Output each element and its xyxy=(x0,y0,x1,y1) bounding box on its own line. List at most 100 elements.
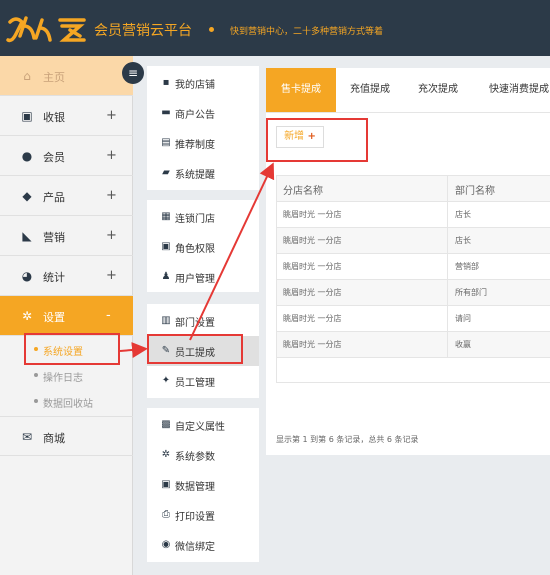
table-row[interactable]: 眺眉时光 一分店 店长 xyxy=(277,228,550,254)
sidebar-item-label: 主页 xyxy=(43,71,65,84)
menu-item-my-store[interactable]: ▪ 我的店铺 xyxy=(147,68,259,98)
sidebar-item-label: 收银 xyxy=(43,111,65,124)
menu-group-store: ▪ 我的店铺 ▬ 商户公告 ▤ 推荐制度 ▰ 系统提醒 xyxy=(147,66,259,190)
table-row[interactable]: 眺眉时光 一分店 收赢 xyxy=(277,332,550,358)
tab-count-recharge-commission[interactable]: 充次提成 xyxy=(404,68,472,112)
app-title: 会员营销云平台 xyxy=(94,23,192,39)
table-cell-department: 所有部门 xyxy=(455,288,487,297)
tab-quick-consume-commission[interactable]: 快速消费提成 xyxy=(474,68,550,112)
monitor-icon: ▣ xyxy=(21,109,33,123)
store-icon: ▦ xyxy=(161,211,171,222)
table-cell-branch: 眺眉时光 一分店 xyxy=(283,210,342,219)
bullet-icon xyxy=(34,373,38,377)
menu-item-system-params[interactable]: ✲ 系统参数 xyxy=(147,440,259,470)
table-cell-department: 店长 xyxy=(455,210,471,219)
sidebar-item-members[interactable]: ● 会员 + xyxy=(0,136,133,176)
sidebar-subitem-label: 数据回收站 xyxy=(43,399,93,410)
table-header-row: 分店名称 部门名称 xyxy=(277,176,550,202)
comment-icon: ▰ xyxy=(162,167,170,178)
expand-plus-icon: + xyxy=(106,228,117,243)
stack-icon: ▩ xyxy=(161,419,171,430)
tab-card-commission[interactable]: 售卡提成 xyxy=(266,68,336,112)
sidebar-item-label: 会员 xyxy=(43,151,65,164)
app-logo[interactable] xyxy=(6,12,90,46)
home-icon: ⌂ xyxy=(23,69,31,83)
menu-item-reminder[interactable]: ▰ 系统提醒 xyxy=(147,158,259,188)
menu-item-print-settings[interactable]: ⎙ 打印设置 xyxy=(147,500,259,530)
expand-plus-icon: + xyxy=(106,108,117,123)
table-row[interactable]: 眺眉时光 一分店 营销部 xyxy=(277,254,550,280)
annotation-box-staff-commission xyxy=(147,334,243,364)
table-row[interactable]: 眺眉时光 一分店 所有部门 xyxy=(277,280,550,306)
commission-table: 分店名称 部门名称 眺眉时光 一分店 店长 眺眉时光 一分店 店长 眺眉时光 一… xyxy=(276,175,550,383)
tab-recharge-commission[interactable]: 充值提成 xyxy=(336,68,404,112)
sidebar-item-home[interactable]: ⌂ 主页 xyxy=(0,56,133,96)
table-row[interactable]: 眺眉时光 一分店 请问 xyxy=(277,306,550,332)
annotation-box-system-settings xyxy=(24,333,120,365)
department-icon: ▥ xyxy=(161,315,171,326)
sidebar-item-marketing[interactable]: ◣ 营销 + xyxy=(0,216,133,256)
menu-group-system: ▩ 自定义属性 ✲ 系统参数 ▣ 数据管理 ⎙ 打印设置 ◉ 微信绑定 xyxy=(147,408,259,562)
sidebar-item-products[interactable]: ◆ 产品 + xyxy=(0,176,133,216)
pagination-summary: 显示第 1 到第 6 条记录，总共 6 条记录 xyxy=(276,435,419,444)
sidebar-item-settings[interactable]: ✲ 设置 - xyxy=(0,296,133,336)
menu-group-branches: ▦ 连锁门店 ▣ 角色权限 ♟ 用户管理 xyxy=(147,200,259,292)
sidebar-item-mall[interactable]: ✉ 商城 xyxy=(0,416,133,456)
menu-item-role-permission[interactable]: ▣ 角色权限 xyxy=(147,232,259,262)
expand-plus-icon: + xyxy=(106,188,117,203)
database-icon: ▣ xyxy=(161,479,171,490)
menu-item-announcement[interactable]: ▬ 商户公告 xyxy=(147,98,259,128)
menu-item-staff-management[interactable]: ✦ 员工管理 xyxy=(147,366,259,396)
sidebar-item-label: 设置 xyxy=(43,311,65,324)
table-cell-department: 店长 xyxy=(455,236,471,245)
header-slogan: 快到营销中心，二十多种营销方式等着 xyxy=(230,27,384,37)
menu-item-data-management[interactable]: ▣ 数据管理 xyxy=(147,470,259,500)
box-icon: ◆ xyxy=(22,189,32,203)
menu-item-custom-attribute[interactable]: ▩ 自定义属性 xyxy=(147,410,259,440)
id-card-icon: ▣ xyxy=(161,241,171,252)
list-icon: ▤ xyxy=(161,137,171,148)
annotation-box-add-button xyxy=(266,118,368,162)
sidebar-item-cashier[interactable]: ▣ 收银 + xyxy=(0,96,133,136)
table-row[interactable]: 眺眉时光 一分店 店长 xyxy=(277,202,550,228)
table-cell-branch: 眺眉时光 一分店 xyxy=(283,236,342,245)
gear-icon: ✲ xyxy=(161,449,171,460)
wechat-icon: ◉ xyxy=(161,539,171,550)
table-cell-branch: 眺眉时光 一分店 xyxy=(283,314,342,323)
table-cell-department: 营销部 xyxy=(455,262,479,271)
table-cell-branch: 眺眉时光 一分店 xyxy=(283,288,342,297)
column-header-department: 部门名称 xyxy=(455,186,495,197)
main-sidebar: ⌂ 主页 ▣ 收银 + ● 会员 + ◆ 产品 + ◣ 营销 + ◕ 统计 + … xyxy=(0,56,133,575)
tag-icon: ◣ xyxy=(22,229,32,243)
sidebar-item-label: 产品 xyxy=(43,191,65,204)
menu-item-user-management[interactable]: ♟ 用户管理 xyxy=(147,262,259,292)
title-dot xyxy=(209,27,214,32)
menu-item-referral[interactable]: ▤ 推荐制度 xyxy=(147,128,259,158)
menu-item-department[interactable]: ▥ 部门设置 xyxy=(147,306,259,336)
sidebar-subitem-recycle-bin[interactable]: 数据回收站 xyxy=(0,389,133,413)
sidebar-subitem-label: 操作日志 xyxy=(43,373,83,384)
walking-person-icon: ✦ xyxy=(161,375,171,386)
message-icon: ▬ xyxy=(161,107,171,118)
user-icon: ♟ xyxy=(161,271,171,282)
sidebar-toggle-menu-icon[interactable]: ≡ xyxy=(122,62,144,84)
expand-plus-icon: + xyxy=(106,148,117,163)
printer-icon: ⎙ xyxy=(162,509,170,520)
top-header: 会员营销云平台 快到营销中心，二十多种营销方式等着 xyxy=(0,0,550,56)
sidebar-item-label: 商城 xyxy=(43,432,65,445)
collapse-minus-icon: - xyxy=(106,308,111,323)
lock-icon: ▪ xyxy=(162,77,170,88)
table-cell-branch: 眺眉时光 一分店 xyxy=(283,262,342,271)
sidebar-item-statistics[interactable]: ◕ 统计 + xyxy=(0,256,133,296)
table-cell-department: 收赢 xyxy=(455,340,471,349)
expand-plus-icon: + xyxy=(106,268,117,283)
mail-icon: ✉ xyxy=(21,430,33,444)
menu-item-chain-store[interactable]: ▦ 连锁门店 xyxy=(147,202,259,232)
gear-icon: ✲ xyxy=(21,309,33,323)
bullet-icon xyxy=(34,399,38,403)
column-header-branch: 分店名称 xyxy=(283,186,323,197)
menu-item-wechat-binding[interactable]: ◉ 微信绑定 xyxy=(147,530,259,560)
commission-tabs: 售卡提成 充值提成 充次提成 快速消费提成 xyxy=(266,68,550,112)
sidebar-subitem-operation-log[interactable]: 操作日志 xyxy=(0,363,133,387)
pie-chart-icon: ◕ xyxy=(21,269,33,283)
